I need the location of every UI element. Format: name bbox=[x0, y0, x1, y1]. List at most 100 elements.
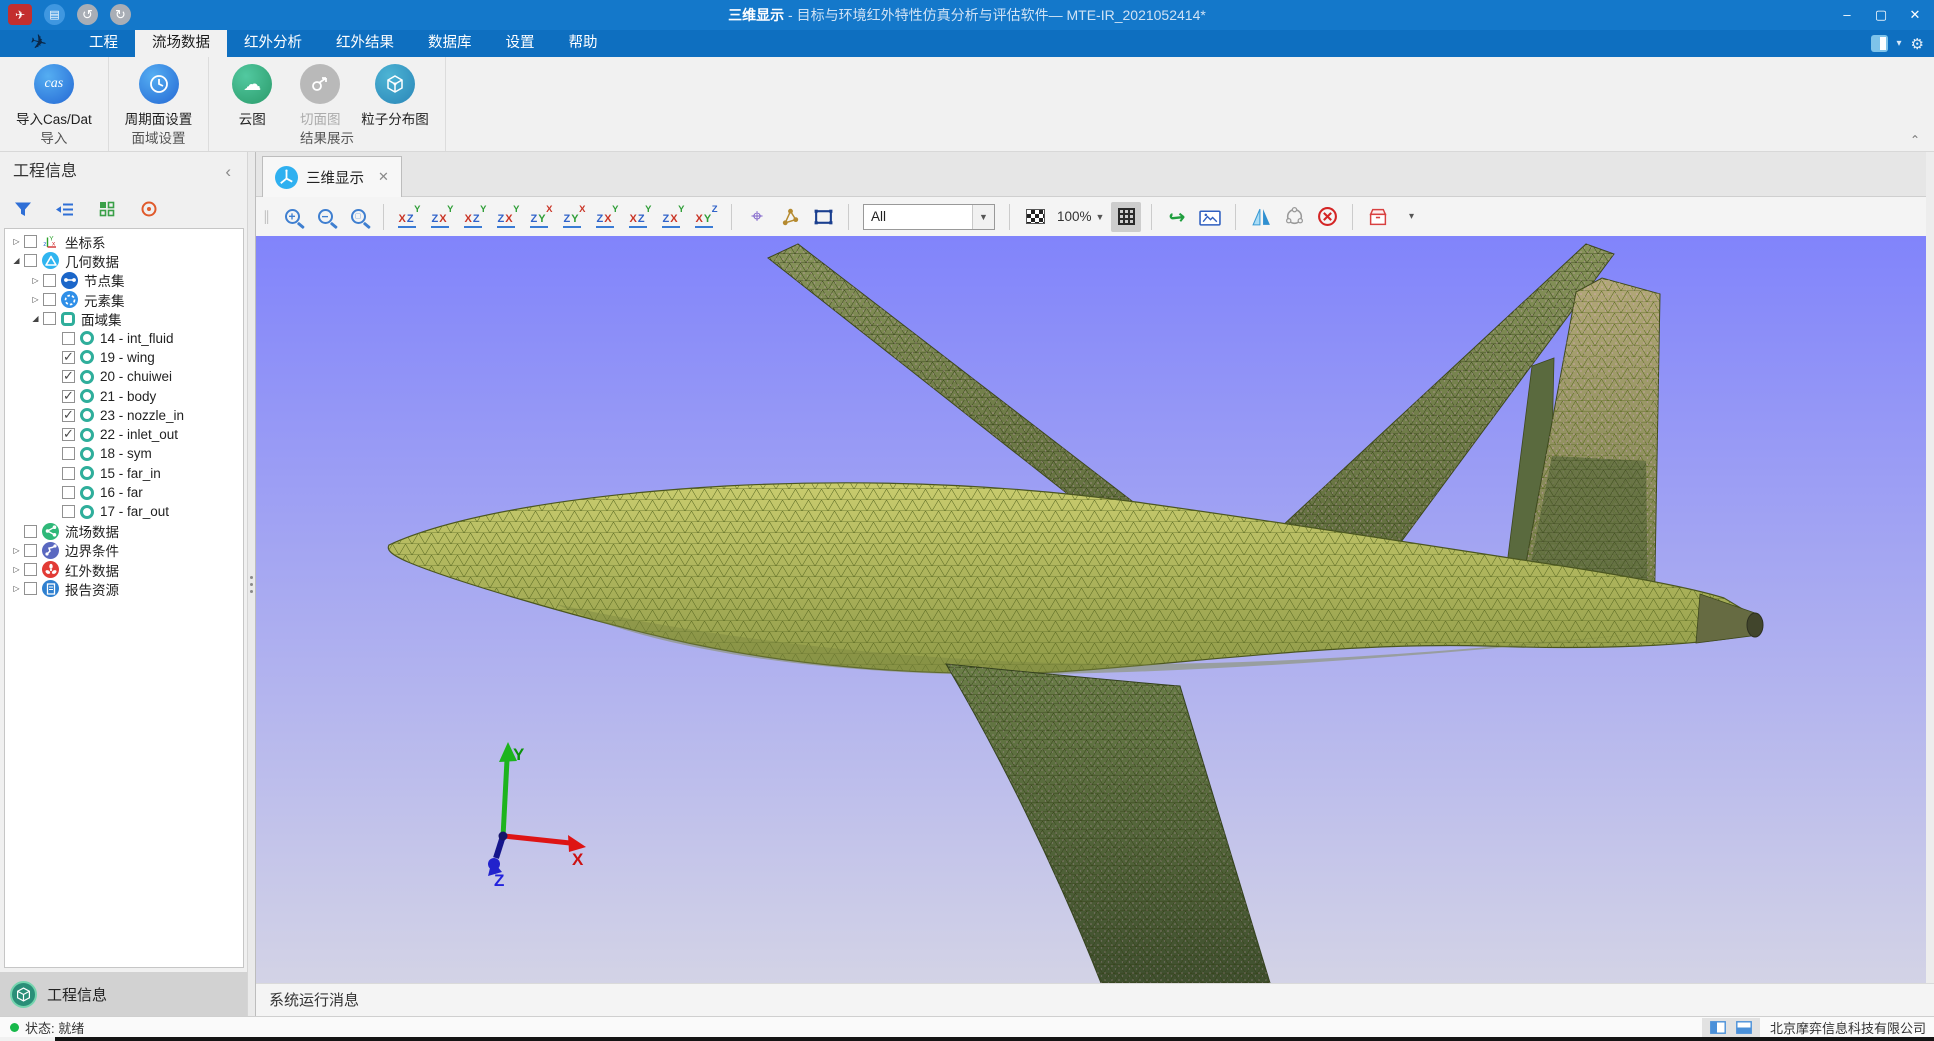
visibility-checkbox[interactable] bbox=[43, 274, 56, 287]
panel-collapse-button[interactable]: ‹ bbox=[225, 152, 231, 192]
menu-item[interactable]: 红外结果 bbox=[319, 30, 411, 57]
box-select-icon[interactable] bbox=[808, 202, 838, 232]
layout-bottom-panel-icon[interactable] bbox=[1736, 1021, 1752, 1034]
tree-item[interactable]: 14 - int_fluid bbox=[5, 328, 243, 347]
visibility-checkbox[interactable] bbox=[62, 351, 75, 364]
snapshot-icon[interactable] bbox=[1195, 202, 1225, 232]
view-back-icon[interactable]: YZX bbox=[427, 202, 457, 232]
settings-gear-icon[interactable]: ⚙ bbox=[1911, 35, 1924, 53]
archive-caret-icon[interactable]: ▾ bbox=[1396, 202, 1426, 232]
clear-icon[interactable] bbox=[1312, 202, 1342, 232]
visibility-checkbox[interactable] bbox=[62, 467, 75, 480]
visibility-checkbox[interactable] bbox=[24, 544, 37, 557]
visibility-checkbox[interactable] bbox=[24, 563, 37, 576]
close-button[interactable]: ✕ bbox=[1898, 0, 1932, 30]
menu-item[interactable]: 数据库 bbox=[411, 30, 489, 57]
tree-item[interactable]: 23 - nozzle_in bbox=[5, 406, 243, 425]
expander-closed-icon[interactable]: ▷ bbox=[28, 295, 43, 304]
theme-icon[interactable] bbox=[1871, 35, 1888, 52]
undo-icon[interactable]: ↺ bbox=[77, 4, 98, 25]
view-rotate1-icon[interactable]: YZX bbox=[658, 202, 688, 232]
app-logo-icon[interactable]: ✈ bbox=[8, 4, 32, 25]
zoom-in-icon[interactable]: + bbox=[277, 202, 307, 232]
tree-item[interactable]: 18 - sym bbox=[5, 444, 243, 463]
tree-item[interactable]: ◢面域集 bbox=[5, 309, 243, 328]
dropdown-caret-icon[interactable]: ▾ bbox=[1897, 38, 1902, 49]
nodes-display-icon[interactable] bbox=[775, 202, 805, 232]
expander-closed-icon[interactable]: ▷ bbox=[9, 584, 24, 593]
maximize-button[interactable]: ▢ bbox=[1864, 0, 1898, 30]
redo-icon[interactable]: ↻ bbox=[110, 4, 131, 25]
menu-item[interactable]: 流场数据 bbox=[135, 30, 227, 57]
expander-open-icon[interactable]: ◢ bbox=[9, 256, 24, 265]
menu-item[interactable]: 帮助 bbox=[552, 30, 615, 57]
visibility-checkbox[interactable] bbox=[24, 254, 37, 267]
panel-footer[interactable]: 工程信息 bbox=[0, 972, 247, 1016]
minimize-button[interactable]: – bbox=[1830, 0, 1864, 30]
expander-open-icon[interactable]: ◢ bbox=[28, 314, 43, 323]
filter-icon[interactable] bbox=[12, 199, 34, 219]
tree-item[interactable]: 17 - far_out bbox=[5, 502, 243, 521]
tree-item[interactable]: 19 - wing bbox=[5, 348, 243, 367]
export-view-icon[interactable]: ↪ bbox=[1161, 200, 1194, 233]
section-ring-icon[interactable] bbox=[1279, 202, 1309, 232]
visibility-checkbox[interactable] bbox=[62, 332, 75, 345]
tree-item[interactable]: ▷边界条件 bbox=[5, 541, 243, 560]
mesh-grid-toggle[interactable] bbox=[1111, 202, 1141, 232]
visibility-checkbox[interactable] bbox=[62, 428, 75, 441]
visibility-checkbox[interactable] bbox=[62, 447, 75, 460]
layout-left-panel-icon[interactable] bbox=[1710, 1021, 1726, 1034]
view-top-icon[interactable]: XZY bbox=[526, 202, 556, 232]
tree-item[interactable]: 22 - inlet_out bbox=[5, 425, 243, 444]
3d-viewport[interactable]: Y X Z bbox=[256, 236, 1926, 983]
expander-closed-icon[interactable]: ▷ bbox=[9, 237, 24, 246]
tree-item[interactable]: ▷报告资源 bbox=[5, 579, 243, 598]
tree-item[interactable]: ▷节点集 bbox=[5, 271, 243, 290]
group-grid-icon[interactable] bbox=[96, 199, 118, 219]
visibility-checkbox[interactable] bbox=[24, 235, 37, 248]
ribbon-button[interactable]: cas导入Cas/Dat bbox=[12, 62, 96, 128]
tree-item[interactable]: ▷红外数据 bbox=[5, 560, 243, 579]
visibility-checkbox[interactable] bbox=[24, 525, 37, 538]
zoom-fit-icon[interactable]: □ bbox=[343, 202, 373, 232]
view-right-icon[interactable]: YZX bbox=[493, 202, 523, 232]
ribbon-button[interactable]: ☁云图 bbox=[221, 62, 283, 128]
ribbon-collapse-icon[interactable]: ⌃ bbox=[1910, 133, 1920, 147]
tab-close-icon[interactable]: ✕ bbox=[378, 169, 389, 185]
visibility-checkbox[interactable] bbox=[62, 505, 75, 518]
tree-item[interactable]: ▷元素集 bbox=[5, 290, 243, 309]
expander-closed-icon[interactable]: ▷ bbox=[28, 276, 43, 285]
tree-item[interactable]: 流场数据 bbox=[5, 521, 243, 540]
new-file-icon[interactable]: ▤ bbox=[44, 4, 65, 25]
view-front-icon[interactable]: YXZ bbox=[394, 202, 424, 232]
visibility-checkbox[interactable] bbox=[62, 409, 75, 422]
expander-closed-icon[interactable]: ▷ bbox=[9, 546, 24, 555]
collapse-list-icon[interactable] bbox=[54, 199, 76, 219]
visibility-checkbox[interactable] bbox=[62, 390, 75, 403]
visibility-checkbox[interactable] bbox=[43, 293, 56, 306]
tree-item[interactable]: ◢几何数据 bbox=[5, 251, 243, 270]
menu-item[interactable]: 红外分析 bbox=[227, 30, 319, 57]
tree-item[interactable]: 16 - far bbox=[5, 483, 243, 502]
zoom-out-icon[interactable]: − bbox=[310, 202, 340, 232]
toolbar-drag-handle[interactable]: ∥ bbox=[260, 202, 274, 232]
panel-splitter[interactable] bbox=[247, 152, 256, 1016]
tree-item[interactable]: ▷Yzx坐标系 bbox=[5, 232, 243, 251]
ribbon-button[interactable]: 周期面设置 bbox=[121, 62, 197, 128]
display-filter-select[interactable]: All▼ bbox=[863, 204, 995, 230]
view-iso2-icon[interactable]: YXZ bbox=[625, 202, 655, 232]
archive-icon[interactable] bbox=[1363, 202, 1393, 232]
expander-closed-icon[interactable]: ▷ bbox=[9, 565, 24, 574]
visibility-checkbox[interactable] bbox=[62, 486, 75, 499]
combo-dropdown-arrow[interactable]: ▼ bbox=[972, 205, 994, 229]
tree-item[interactable]: 21 - body bbox=[5, 386, 243, 405]
menu-item[interactable]: 设置 bbox=[489, 30, 552, 57]
view-bottom-icon[interactable]: XZY bbox=[559, 202, 589, 232]
visibility-checkbox[interactable] bbox=[24, 582, 37, 595]
view-left-icon[interactable]: YXZ bbox=[460, 202, 490, 232]
view-iso1-icon[interactable]: YZX bbox=[592, 202, 622, 232]
zoom-level-dropdown[interactable]: 100%▼ bbox=[1053, 209, 1108, 224]
visibility-checkbox[interactable] bbox=[62, 370, 75, 383]
visibility-checkbox[interactable] bbox=[43, 312, 56, 325]
tree-item[interactable]: 15 - far_in bbox=[5, 464, 243, 483]
